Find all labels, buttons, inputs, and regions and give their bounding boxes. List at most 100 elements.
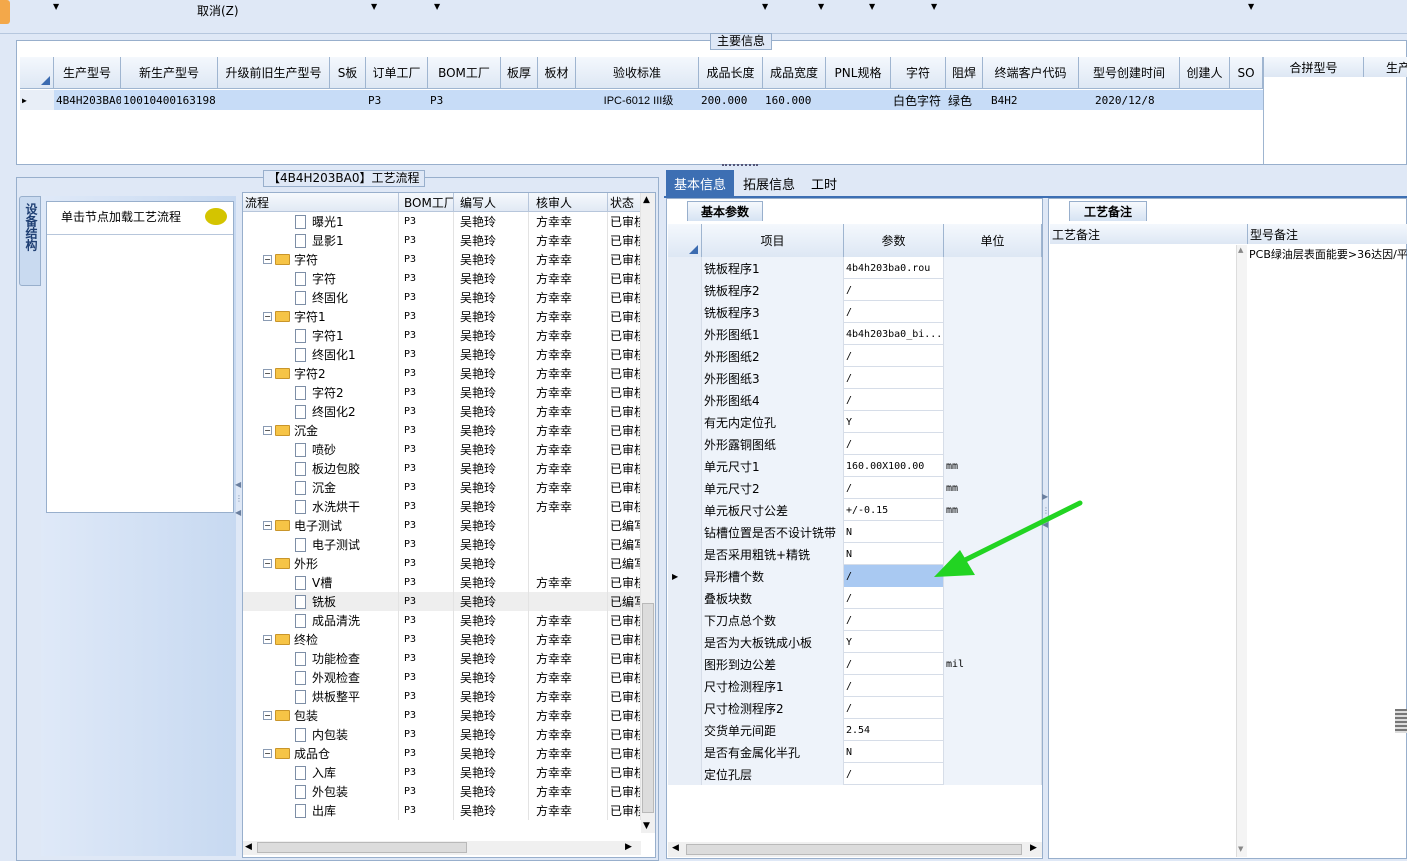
- dropdown-arrow-6[interactable]: ▼: [869, 2, 875, 11]
- reviewer-cell[interactable]: 方幸幸: [529, 459, 608, 478]
- reviewer-cell[interactable]: 方幸幸: [529, 250, 608, 269]
- status-cell[interactable]: 已审核: [608, 364, 641, 383]
- tree-row[interactable]: 字符 P3吴艳玲方幸幸已审核: [243, 269, 641, 288]
- tree-row[interactable]: 成品清洗 P3吴艳玲方幸幸已审核: [243, 611, 641, 630]
- resize-grip[interactable]: [1395, 709, 1407, 733]
- bom-cell[interactable]: P3: [399, 516, 454, 535]
- status-cell[interactable]: 已审核: [608, 478, 641, 497]
- col-header[interactable]: 核审人: [529, 193, 608, 212]
- col-header[interactable]: 生产: [1364, 57, 1407, 77]
- writer-cell[interactable]: 吴艳玲: [454, 250, 529, 269]
- tree-row[interactable]: − 外形 P3吴艳玲 已编写: [243, 554, 641, 573]
- writer-cell[interactable]: 吴艳玲: [454, 288, 529, 307]
- bom-cell[interactable]: P3: [399, 383, 454, 402]
- reviewer-cell[interactable]: [529, 516, 608, 535]
- tree-row[interactable]: 喷砂 P3吴艳玲方幸幸已审核: [243, 440, 641, 459]
- tree-node[interactable]: − 成品仓: [243, 744, 399, 763]
- col-header[interactable]: 终端客户代码: [983, 57, 1079, 88]
- writer-cell[interactable]: 吴艳玲: [454, 440, 529, 459]
- bom-cell[interactable]: P3: [399, 459, 454, 478]
- param-value[interactable]: /: [844, 609, 944, 631]
- param-value[interactable]: /: [844, 675, 944, 697]
- tree-node[interactable]: − 终检: [243, 630, 399, 649]
- tree-node[interactable]: 出库: [243, 801, 399, 820]
- reviewer-cell[interactable]: 方幸幸: [529, 497, 608, 516]
- tree-row[interactable]: 终固化2 P3吴艳玲方幸幸已审核: [243, 402, 641, 421]
- param-value[interactable]: 2.54: [844, 719, 944, 741]
- status-cell[interactable]: 已编写: [608, 516, 641, 535]
- reviewer-cell[interactable]: 方幸幸: [529, 212, 608, 231]
- tree-row[interactable]: − 包装 P3吴艳玲方幸幸已审核: [243, 706, 641, 725]
- col-header[interactable]: 单位: [944, 224, 1042, 257]
- bom-cell[interactable]: P3: [399, 535, 454, 554]
- bom-cell[interactable]: P3: [399, 592, 454, 611]
- param-value[interactable]: Y: [844, 631, 944, 653]
- status-cell[interactable]: 已审核: [608, 725, 641, 744]
- reviewer-cell[interactable]: 方幸幸: [529, 611, 608, 630]
- param-row[interactable]: 外形图纸3/: [668, 367, 1042, 389]
- col-header[interactable]: 编写人: [454, 193, 529, 212]
- col-header[interactable]: 阻焊: [946, 57, 983, 88]
- reviewer-cell[interactable]: 方幸幸: [529, 383, 608, 402]
- dropdown-arrow-8[interactable]: ▼: [1248, 2, 1254, 11]
- tree-node[interactable]: − 字符: [243, 250, 399, 269]
- tree-node[interactable]: 水洗烘干: [243, 497, 399, 516]
- cancel-button[interactable]: 取消(Z): [197, 2, 239, 19]
- bom-cell[interactable]: P3: [399, 763, 454, 782]
- tree-row[interactable]: 曝光1 P3吴艳玲方幸幸已审核: [243, 212, 641, 231]
- tree-row[interactable]: − 沉金 P3吴艳玲方幸幸已审核: [243, 421, 641, 440]
- hscroll-left-arrow[interactable]: ◀: [672, 843, 679, 853]
- tree-row[interactable]: 铣板 P3吴艳玲 已编写: [243, 592, 641, 611]
- status-cell[interactable]: 已审核: [608, 421, 641, 440]
- param-row[interactable]: 铣板程序1 4b4h203ba0.rou: [668, 257, 1042, 279]
- status-cell[interactable]: 已审核: [608, 250, 641, 269]
- cell-order-factory[interactable]: P3: [366, 90, 428, 110]
- reviewer-cell[interactable]: 方幸幸: [529, 725, 608, 744]
- bom-cell[interactable]: P3: [399, 744, 454, 763]
- cell-mask[interactable]: 绿色: [946, 90, 983, 110]
- reviewer-cell[interactable]: 方幸幸: [529, 269, 608, 288]
- bom-cell[interactable]: P3: [399, 782, 454, 801]
- cell-new-model[interactable]: 10010400163198: [121, 90, 218, 110]
- col-header[interactable]: S板: [330, 57, 366, 88]
- writer-cell[interactable]: 吴艳玲: [454, 459, 529, 478]
- reviewer-cell[interactable]: 方幸幸: [529, 478, 608, 497]
- tab-work-hours[interactable]: 工时: [804, 170, 844, 196]
- bom-cell[interactable]: P3: [399, 573, 454, 592]
- bom-cell[interactable]: P3: [399, 630, 454, 649]
- writer-cell[interactable]: 吴艳玲: [454, 744, 529, 763]
- reviewer-cell[interactable]: 方幸幸: [529, 364, 608, 383]
- collapse-toggle-icon[interactable]: −: [263, 255, 272, 264]
- status-cell[interactable]: 已审核: [608, 345, 641, 364]
- bom-cell[interactable]: P3: [399, 668, 454, 687]
- cell-customer-code[interactable]: B4H2: [983, 90, 1079, 110]
- writer-cell[interactable]: 吴艳玲: [454, 516, 529, 535]
- collapse-toggle-icon[interactable]: −: [263, 711, 272, 720]
- status-cell[interactable]: 已审核: [608, 630, 641, 649]
- writer-cell[interactable]: 吴艳玲: [454, 497, 529, 516]
- tree-row[interactable]: 终固化1 P3吴艳玲方幸幸已审核: [243, 345, 641, 364]
- tree-row[interactable]: 字符1 P3吴艳玲方幸幸已审核: [243, 326, 641, 345]
- reviewer-cell[interactable]: 方幸幸: [529, 421, 608, 440]
- tree-node[interactable]: 外包装: [243, 782, 399, 801]
- bom-cell[interactable]: P3: [399, 478, 454, 497]
- col-header[interactable]: 型号创建时间: [1079, 57, 1180, 88]
- scroll-up-arrow[interactable]: ▲: [1238, 246, 1243, 254]
- param-row[interactable]: 交货单元间距 2.54: [668, 719, 1042, 741]
- reviewer-cell[interactable]: 方幸幸: [529, 763, 608, 782]
- tree-row[interactable]: 出库 P3吴艳玲方幸幸已审核: [243, 801, 641, 820]
- collapse-toggle-icon[interactable]: −: [263, 312, 272, 321]
- cell-length[interactable]: 200.000: [699, 90, 763, 110]
- tree-node[interactable]: 功能检查: [243, 649, 399, 668]
- tree-row[interactable]: 外包装 P3吴艳玲方幸幸已审核: [243, 782, 641, 801]
- dropdown-arrow-5[interactable]: ▼: [818, 2, 824, 11]
- collapse-toggle-icon[interactable]: −: [263, 369, 272, 378]
- writer-cell[interactable]: 吴艳玲: [454, 478, 529, 497]
- writer-cell[interactable]: 吴艳玲: [454, 383, 529, 402]
- bom-cell[interactable]: P3: [399, 288, 454, 307]
- bom-cell[interactable]: P3: [399, 801, 454, 820]
- writer-cell[interactable]: 吴艳玲: [454, 364, 529, 383]
- param-row[interactable]: 铣板程序2/: [668, 279, 1042, 301]
- col-header[interactable]: 参数: [844, 224, 944, 257]
- status-cell[interactable]: 已审核: [608, 440, 641, 459]
